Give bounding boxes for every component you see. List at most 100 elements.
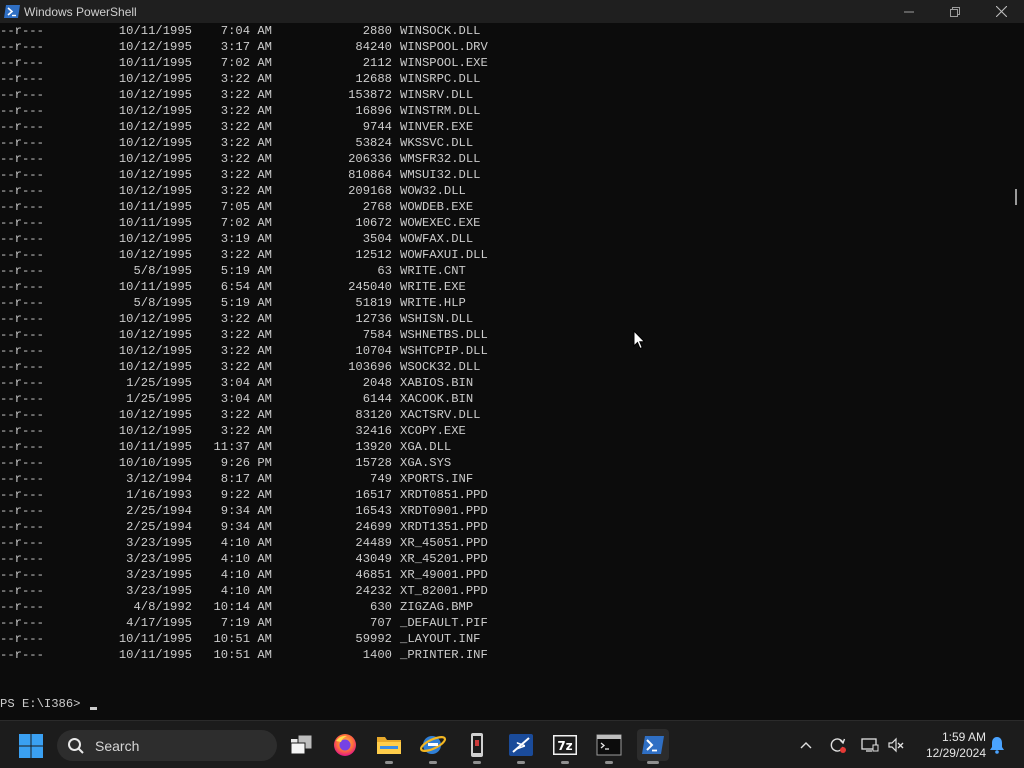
file-time: 3:22 AM: [220, 344, 272, 358]
file-name: _DEFAULT.PIF: [400, 616, 488, 630]
tray-sync[interactable]: [826, 721, 850, 768]
file-mode: --r---: [0, 280, 44, 294]
scrollbar-thumb[interactable]: [1015, 189, 1017, 205]
file-date: 1/16/1993: [126, 488, 192, 502]
console-line: --r--- 10/11/1995 6:54 AM 245040 WRITE.EXE: [0, 279, 520, 295]
file-length: 24232: [355, 584, 392, 598]
file-date: 10/12/1995: [118, 312, 192, 326]
taskbar-7zip[interactable]: 7z: [549, 729, 581, 764]
file-mode: --r---: [0, 344, 44, 358]
file-date: 1/25/1995: [126, 376, 192, 390]
file-length: 84240: [355, 40, 392, 54]
svg-text:7z: 7z: [557, 739, 572, 753]
console-line: --r--- 10/12/1995 3:22 AM 206336 WMSFR32.DLL: [0, 151, 520, 167]
minimize-icon: [904, 11, 914, 12]
tray-display[interactable]: [858, 721, 882, 768]
file-length: 3504: [362, 232, 392, 246]
taskbar-clock[interactable]: 1:59 AM 12/29/2024: [916, 729, 986, 761]
file-date: 5/8/1995: [133, 296, 192, 310]
taskbar-command-prompt[interactable]: [593, 729, 625, 764]
file-name: WOWFAXUI.DLL: [400, 248, 488, 262]
file-length: 53824: [355, 136, 392, 150]
taskbar-firefox[interactable]: [329, 729, 361, 761]
file-time: 9:34 AM: [220, 504, 272, 518]
file-mode: --r---: [0, 104, 44, 118]
file-mode: --r---: [0, 216, 44, 230]
file-length: 7584: [362, 328, 392, 342]
file-mode: --r---: [0, 120, 44, 134]
start-button[interactable]: [18, 733, 44, 759]
file-date: 10/12/1995: [118, 360, 192, 374]
file-mode: --r---: [0, 136, 44, 150]
file-time: 3:22 AM: [220, 120, 272, 134]
file-time: 4:10 AM: [220, 568, 272, 582]
file-name: WOWEXEC.EXE: [400, 216, 481, 230]
console-output[interactable]: --r--- 10/11/1995 7:04 AM 2880 WINSOCK.DLL --…: [0, 23, 1008, 720]
volume-muted-icon: [888, 737, 904, 753]
restore-button[interactable]: [932, 0, 978, 23]
file-date: 10/12/1995: [118, 344, 192, 358]
file-date: 10/12/1995: [118, 248, 192, 262]
file-time: 8:17 AM: [220, 472, 272, 486]
taskbar-task-view[interactable]: [285, 729, 317, 761]
file-name: WSHNETBS.DLL: [400, 328, 488, 342]
file-name: XRDT0901.PPD: [400, 504, 488, 518]
close-button[interactable]: [978, 0, 1024, 23]
file-mode: --r---: [0, 424, 44, 438]
file-length: 12736: [355, 312, 392, 326]
console-line: --r--- 10/11/1995 10:51 AM 59992 _LAYOUT.INF: [0, 631, 520, 647]
file-date: 10/12/1995: [118, 408, 192, 422]
console-scrollbar[interactable]: [1008, 23, 1024, 720]
taskbar-device-app[interactable]: [461, 729, 493, 764]
file-mode: --r---: [0, 632, 44, 646]
console-line: --r--- 4/17/1995 7:19 AM 707 _DEFAULT.PIF: [0, 615, 520, 631]
console-line: --r--- 10/12/1995 3:22 AM 810864 WMSUI32.DLL: [0, 167, 520, 183]
file-length: 707: [370, 616, 392, 630]
prompt-text: PS E:\I386>: [0, 697, 88, 711]
search-box[interactable]: Search: [57, 730, 277, 761]
title-bar[interactable]: Windows PowerShell: [0, 0, 1024, 23]
file-length: 6144: [362, 392, 392, 406]
file-length: 749: [370, 472, 392, 486]
firefox-icon: [334, 734, 356, 756]
taskbar-file-explorer[interactable]: [373, 729, 405, 764]
file-mode: --r---: [0, 200, 44, 214]
console-line: --r--- 1/25/1995 3:04 AM 6144 XACOOK.BIN: [0, 391, 520, 407]
file-time: 3:22 AM: [220, 152, 272, 166]
file-time: 5:19 AM: [220, 296, 272, 310]
taskbar-virtualbox[interactable]: >: [505, 729, 537, 764]
file-mode: --r---: [0, 440, 44, 454]
file-date: 10/12/1995: [118, 152, 192, 166]
file-time: 9:34 AM: [220, 520, 272, 534]
file-date: 3/23/1995: [126, 536, 192, 550]
file-name: WINSTRM.DLL: [400, 104, 481, 118]
file-mode: --r---: [0, 312, 44, 326]
file-date: 10/12/1995: [118, 424, 192, 438]
file-mode: --r---: [0, 408, 44, 422]
tray-overflow-button[interactable]: [795, 721, 817, 768]
file-date: 4/17/1995: [126, 616, 192, 630]
console-line: --r--- 10/12/1995 3:22 AM 153872 WINSRV.DLL: [0, 87, 520, 103]
file-name: _LAYOUT.INF: [400, 632, 481, 646]
file-name: WINSPOOL.DRV: [400, 40, 488, 54]
console-line: --r--- 10/12/1995 3:22 AM 83120 XACTSRV.DLL: [0, 407, 520, 423]
minimize-button[interactable]: [886, 0, 932, 23]
prompt-line[interactable]: PS E:\I386>: [0, 696, 97, 712]
running-indicator: [473, 761, 481, 764]
file-time: 7:19 AM: [220, 616, 272, 630]
file-name: WMSFR32.DLL: [400, 152, 481, 166]
file-length: 63: [377, 264, 392, 278]
file-time: 3:22 AM: [220, 136, 272, 150]
7zip-icon: 7z: [553, 735, 577, 755]
notification-button[interactable]: [986, 721, 1008, 768]
tray-volume[interactable]: [884, 721, 908, 768]
file-time: 3:22 AM: [220, 72, 272, 86]
file-name: WSHISN.DLL: [400, 312, 474, 326]
file-mode: --r---: [0, 264, 44, 278]
file-time: 3:22 AM: [220, 328, 272, 342]
console-line: --r--- 1/25/1995 3:04 AM 2048 XABIOS.BIN: [0, 375, 520, 391]
taskbar-internet-explorer[interactable]: [417, 729, 449, 764]
file-name: WOW32.DLL: [400, 184, 466, 198]
taskbar-powershell[interactable]: [637, 729, 669, 764]
file-mode: --r---: [0, 552, 44, 566]
